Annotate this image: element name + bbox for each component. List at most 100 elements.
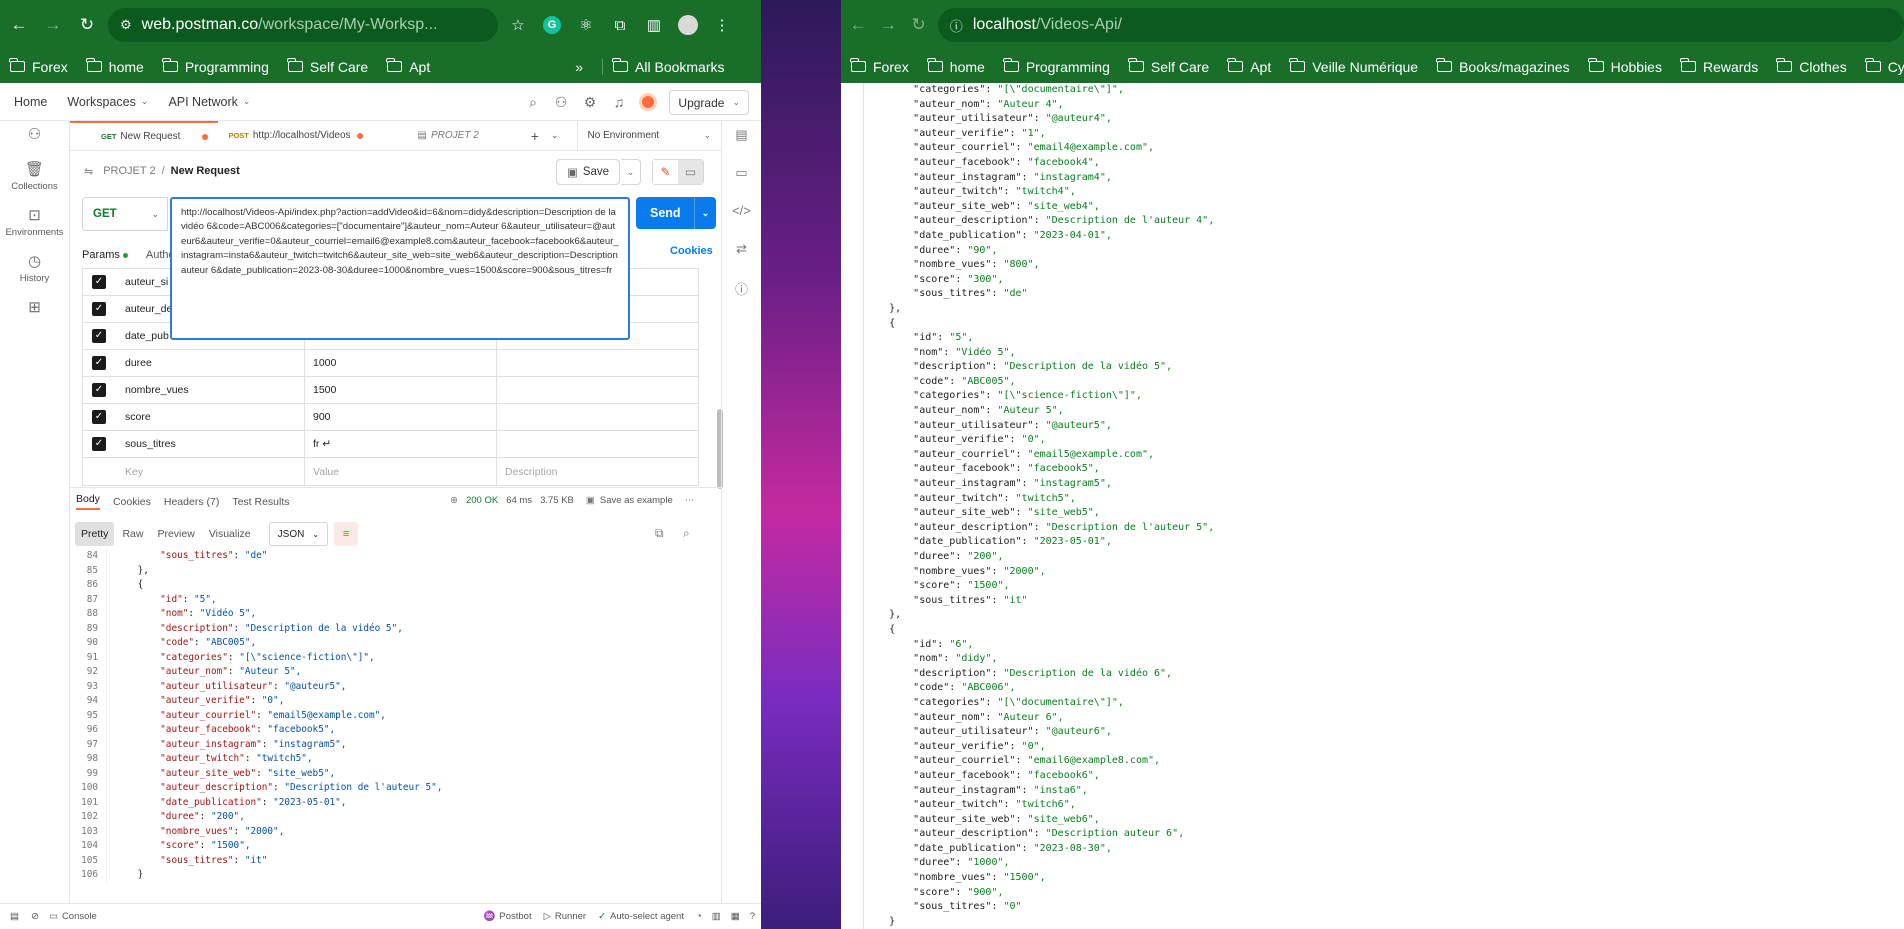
trash-icon[interactable]: ▥	[712, 911, 721, 922]
checkbox[interactable]: ✓	[92, 383, 106, 397]
related-collections-icon[interactable]: ⇄	[736, 241, 747, 263]
new-param-key[interactable]: Key	[115, 458, 305, 485]
response-time[interactable]: 64 ms	[506, 495, 532, 506]
documentation-icon[interactable]: ▤	[735, 127, 747, 149]
response-body[interactable]: 84 "sous_titres": "de" 85 }, 86 {87 "id": …	[70, 549, 712, 883]
bookmark-folder[interactable]: Apt	[1227, 58, 1271, 75]
request-url-input[interactable]: http://localhost/Videos-Api/index.php?ac…	[170, 197, 630, 340]
user-avatar[interactable]	[638, 92, 658, 112]
param-key[interactable]: nombre_vues	[115, 377, 305, 403]
param-description[interactable]	[497, 404, 698, 430]
new-tab-button[interactable]: +	[489, 121, 549, 151]
nav-workspaces[interactable]: Workspaces ⌄	[67, 95, 148, 109]
checkbox[interactable]: ✓	[92, 275, 106, 289]
page-info-icon[interactable]: ⓘ	[950, 16, 963, 35]
bookmark-folder[interactable]: Forex	[850, 58, 909, 75]
param-value[interactable]: 900	[305, 404, 497, 430]
tab-new-request[interactable]: GET New Request	[70, 120, 219, 151]
bookmark-star-icon[interactable]: ☆	[504, 11, 532, 39]
new-param-description[interactable]: Description	[497, 458, 698, 485]
cookies-icon[interactable]: ◔	[696, 911, 702, 922]
tab-cookies[interactable]: Cookies	[113, 496, 151, 508]
toggle-sidebar-icon[interactable]: ▤	[10, 911, 19, 922]
send-options-chevron-icon[interactable]: ⌄	[694, 197, 716, 229]
breadcrumb-project[interactable]: PROJET 2	[103, 165, 155, 177]
status-code[interactable]: 200 OK	[466, 495, 498, 506]
online-status-icon[interactable]: ⊘	[31, 911, 39, 922]
sidebar-item-configure[interactable]: ⊞	[0, 298, 69, 319]
sidebar-icon[interactable]: ▥	[640, 11, 668, 39]
bookmark-folder[interactable]: Clothes	[1776, 58, 1847, 75]
environment-selector[interactable]: No Environment ⌄	[576, 120, 721, 151]
response-size[interactable]: 3.75 KB	[540, 495, 574, 506]
sidebar-item-user[interactable]: ⚇	[0, 125, 69, 146]
browser-menu-icon[interactable]: ⋮	[708, 11, 736, 39]
bookmark-folder[interactable]: home	[926, 58, 985, 75]
param-value[interactable]: 1000	[305, 350, 497, 376]
bookmark-folder[interactable]: Self Care	[1127, 58, 1209, 75]
param-value[interactable]: fr ↵	[305, 431, 497, 457]
new-param-value[interactable]: Value	[305, 458, 497, 485]
upgrade-button[interactable]: Upgrade ⌄	[669, 90, 749, 115]
address-bar[interactable]: ⓘ localhost/Videos-Api/	[937, 8, 1904, 42]
bookmark-folder[interactable]: Cyb	[1864, 58, 1904, 75]
param-description[interactable]	[497, 431, 698, 457]
settings-gear-icon[interactable]: ⚙	[580, 92, 600, 112]
site-settings-icon[interactable]: ⚙	[120, 17, 132, 33]
method-select[interactable]: GET ⌄	[82, 197, 168, 231]
help-icon[interactable]: ?	[750, 911, 755, 922]
auto-select-agent-button[interactable]: Auto-select agent	[610, 911, 684, 922]
forward-icon[interactable]: →	[875, 10, 901, 40]
forward-icon[interactable]: →	[38, 10, 68, 40]
checkbox[interactable]: ✓	[92, 356, 106, 370]
save-options-chevron-icon[interactable]: ⌄	[621, 159, 641, 185]
edit-mode-toggle[interactable]: ✎ ▭	[652, 159, 704, 185]
search-icon[interactable]: ⌕	[683, 526, 690, 541]
bookmark-folder[interactable]: Books/magazines	[1436, 58, 1570, 75]
send-button[interactable]: Send ⌄	[636, 197, 716, 229]
tab-body[interactable]: Body	[76, 493, 100, 510]
view-preview[interactable]: Preview	[151, 522, 200, 546]
bookmark-folder-programming[interactable]: Programming	[161, 58, 269, 75]
bookmark-folder-forex[interactable]: Forex	[9, 58, 68, 75]
param-value[interactable]: 1500	[305, 377, 497, 403]
reload-icon[interactable]: ↻	[906, 10, 932, 40]
bookmark-folder[interactable]: Programming	[1002, 58, 1110, 75]
sidebar-item-environments[interactable]: ⊡ Environments	[0, 206, 69, 238]
comments-icon[interactable]: ▭	[735, 165, 747, 187]
nav-home[interactable]: Home	[14, 95, 47, 109]
nav-api-network[interactable]: API Network ⌄	[168, 95, 250, 109]
all-bookmarks-button[interactable]: All Bookmarks	[602, 58, 725, 75]
view-visualize[interactable]: Visualize	[203, 522, 257, 546]
more-options-icon[interactable]: ⋯	[685, 495, 695, 506]
back-icon[interactable]: ←	[4, 10, 34, 40]
code-snippet-icon[interactable]: </>	[732, 203, 751, 225]
search-icon[interactable]: ⌕	[523, 92, 543, 112]
param-key[interactable]: score	[115, 404, 305, 430]
save-button[interactable]: ▣ Save	[556, 159, 620, 185]
checkbox[interactable]: ✓	[92, 302, 106, 316]
format-select[interactable]: JSON ⌄	[268, 522, 329, 546]
tabs-overflow-chevron-icon[interactable]: ⌄	[549, 121, 569, 151]
tab-params[interactable]: Params	[82, 249, 128, 261]
bookmark-folder-self-care[interactable]: Self Care	[286, 58, 368, 75]
console-button[interactable]: Console	[62, 911, 97, 922]
bookmark-folder[interactable]: Rewards	[1679, 58, 1758, 75]
cookies-link[interactable]: Cookies	[670, 245, 713, 257]
tab-headers[interactable]: Headers (7)	[164, 496, 219, 508]
save-as-example-button[interactable]: Save as example	[600, 495, 673, 506]
wrap-lines-icon[interactable]: ≡	[334, 522, 359, 546]
notifications-bell-icon[interactable]: ♫	[609, 92, 629, 112]
checkbox[interactable]: ✓	[92, 410, 106, 424]
extensions-icon[interactable]: ⧉	[606, 11, 634, 39]
view-raw[interactable]: Raw	[116, 522, 149, 546]
checkbox[interactable]: ✓	[92, 437, 106, 451]
copy-icon[interactable]: ⧉	[655, 526, 664, 541]
sidebar-item-history[interactable]: ◷ History	[0, 252, 69, 284]
postbot-button[interactable]: Postbot	[499, 911, 531, 922]
param-key[interactable]: duree	[115, 350, 305, 376]
runner-button[interactable]: Runner	[555, 911, 586, 922]
tab-test-results[interactable]: Test Results	[232, 496, 289, 508]
comment-icon[interactable]: ▭	[678, 160, 703, 184]
param-key[interactable]: sous_titres	[115, 431, 305, 457]
